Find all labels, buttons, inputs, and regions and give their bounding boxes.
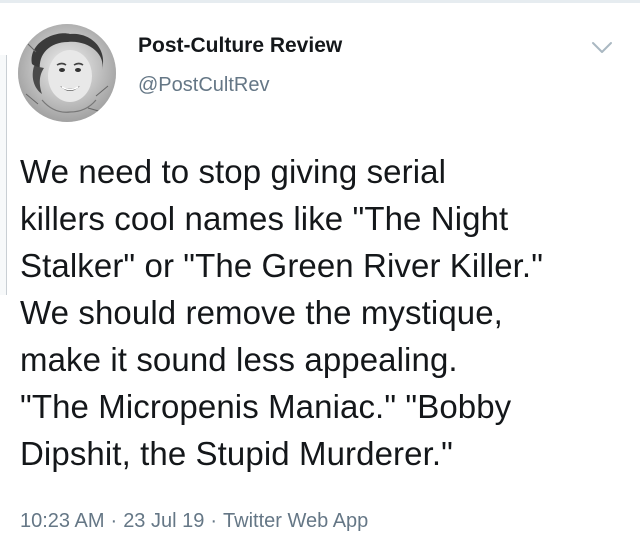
tweet-meta: 10:23 AM · 23 Jul 19 · Twitter Web App: [20, 508, 368, 534]
meta-separator: ·: [210, 510, 218, 532]
more-options-button[interactable]: [590, 40, 614, 56]
tweet-text: We need to stop giving serial killers co…: [20, 153, 544, 472]
tweet-card: Post-Culture Review @PostCultRev We need…: [0, 0, 640, 549]
tweet-source[interactable]: Twitter Web App: [223, 510, 368, 532]
meta-separator: ·: [110, 510, 118, 532]
chevron-down-icon: [592, 42, 612, 53]
author-info: Post-Culture Review @PostCultRev: [138, 32, 342, 98]
avatar-image: [18, 24, 116, 122]
tweet-date[interactable]: 23 Jul 19: [123, 510, 204, 532]
tweet-time[interactable]: 10:23 AM: [20, 510, 105, 532]
avatar[interactable]: [18, 24, 116, 122]
user-handle[interactable]: @PostCultRev: [138, 72, 342, 98]
display-name[interactable]: Post-Culture Review: [138, 32, 342, 60]
